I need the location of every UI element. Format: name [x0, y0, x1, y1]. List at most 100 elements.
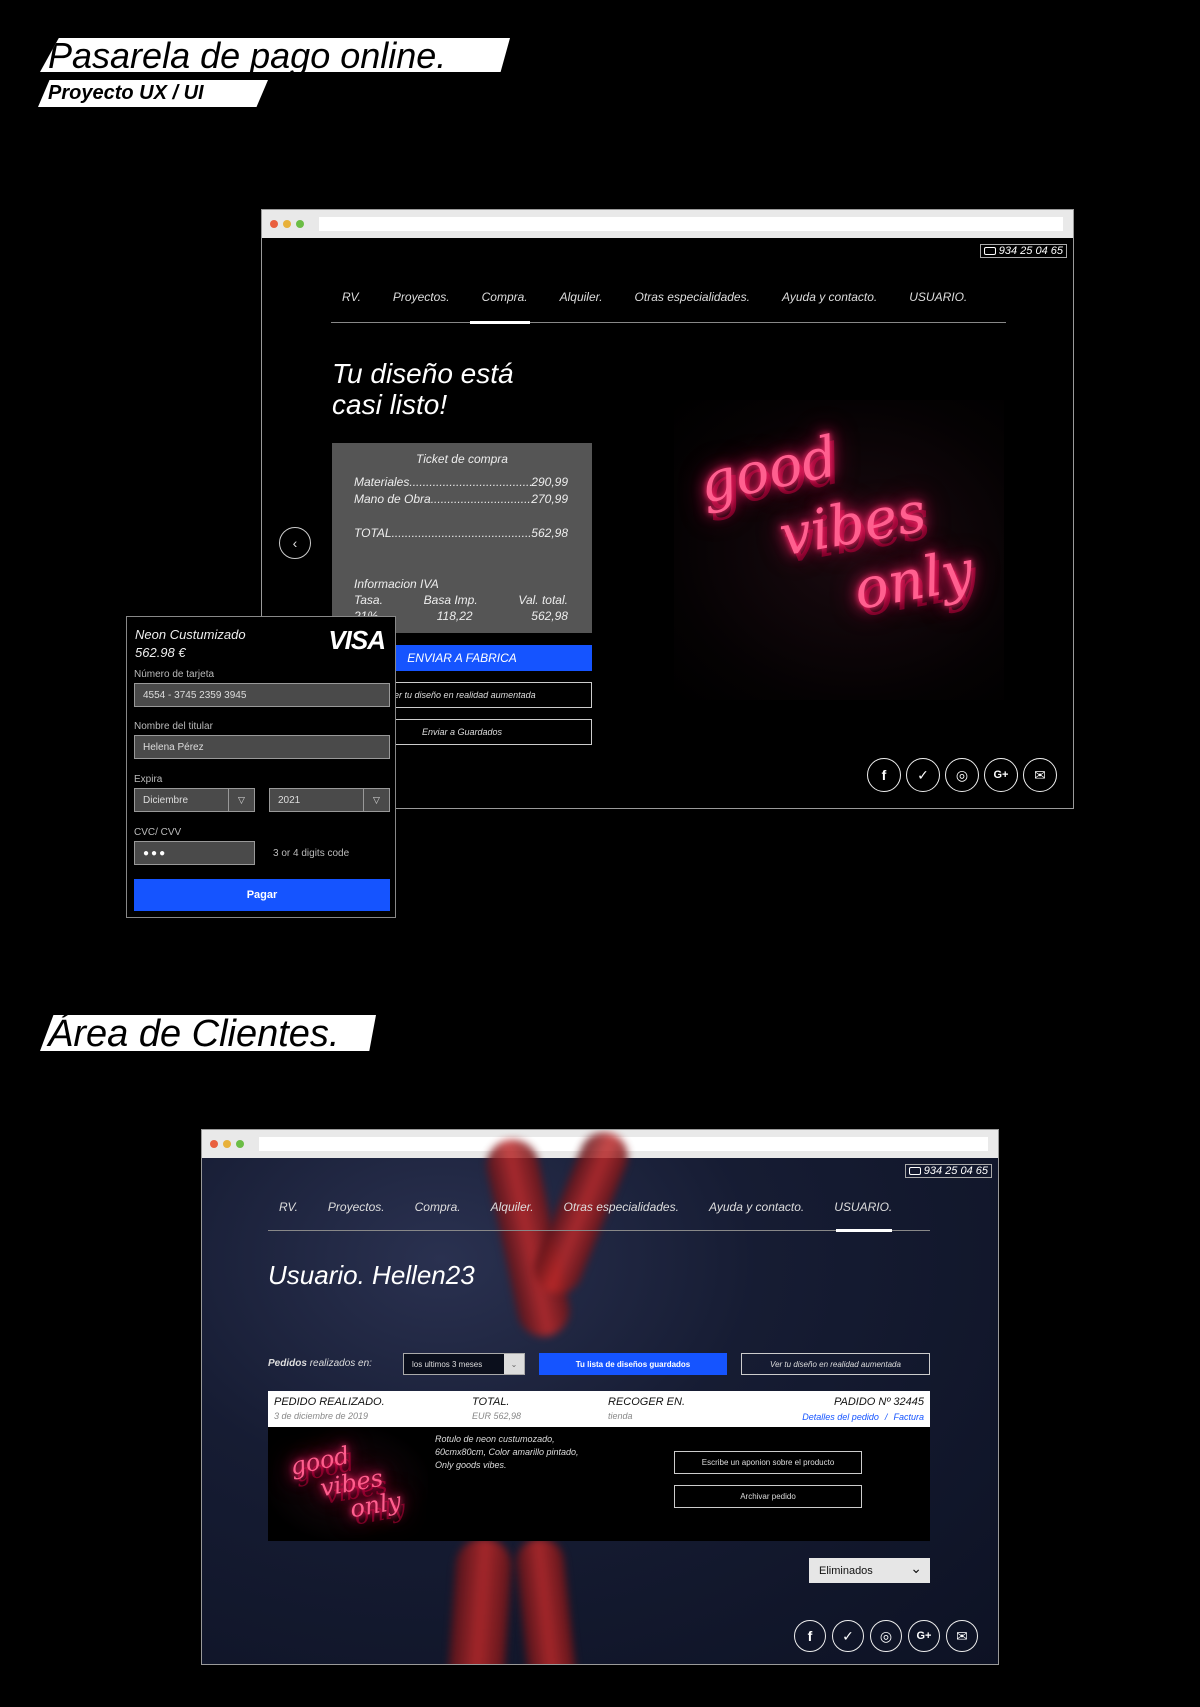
- orders-label-bold: Pedidos: [268, 1358, 307, 1369]
- leader-dots: ........................................…: [430, 492, 532, 506]
- nav-alquiler[interactable]: Alquiler.: [560, 290, 603, 326]
- main-nav: RV. Proyectos. Compra. Alquiler. Otras e…: [342, 290, 967, 326]
- phone-number[interactable]: 934 25 04 65: [979, 244, 1067, 258]
- instagram-icon[interactable]: ◎: [945, 758, 979, 792]
- product-name: Neon Custumizado: [135, 627, 246, 642]
- order-header: PEDIDO REALIZADO. 3 de diciembre de 2019…: [268, 1391, 930, 1427]
- orders-label-rest: realizados en:: [309, 1358, 372, 1369]
- order-number: PADIDO Nº 32445: [833, 1396, 924, 1408]
- order-body: good vibes only Rotulo de neon custumoza…: [268, 1427, 930, 1541]
- phone-number[interactable]: 934 25 04 65: [904, 1164, 992, 1178]
- instagram-icon[interactable]: ◎: [870, 1620, 902, 1652]
- saved-designs-button[interactable]: Tu lista de diseños guardados: [539, 1353, 727, 1375]
- url-bar[interactable]: [319, 217, 1063, 231]
- google-plus-icon[interactable]: G+: [984, 758, 1018, 792]
- twitter-icon[interactable]: ✓: [906, 758, 940, 792]
- iva-headers: Tasa. Basa Imp. Val. total.: [354, 593, 568, 607]
- clients-browser-window: 934 25 04 65 RV. Proyectos. Compra. Alqu…: [201, 1129, 999, 1665]
- purchase-ticket: Ticket de compra Materiales ............…: [332, 443, 592, 633]
- ticket-line-total: TOTAL ..................................…: [354, 526, 568, 540]
- chevron-down-icon: ⌄: [504, 1354, 524, 1374]
- ticket-total-value: 562,98: [531, 526, 568, 540]
- product-price: 562.98 €: [135, 645, 186, 660]
- twitter-icon[interactable]: ✓: [832, 1620, 864, 1652]
- ticket-value: 290,99: [531, 475, 568, 489]
- expiry-year-select[interactable]: 2021 ▽: [269, 788, 390, 812]
- phone-text: 934 25 04 65: [998, 245, 1063, 257]
- mail-icon[interactable]: ✉: [946, 1620, 978, 1652]
- month-value: Diciembre: [143, 794, 189, 806]
- order-details-link[interactable]: Detalles del pedido: [802, 1412, 879, 1422]
- browser-chrome: [262, 210, 1073, 238]
- user-title: Usuario. Hellen23: [268, 1260, 475, 1290]
- pay-button[interactable]: Pagar: [134, 879, 390, 911]
- link-separator: /: [884, 1412, 888, 1422]
- chevron-down-icon: ▽: [228, 789, 254, 811]
- order-description: Rotulo de neon custumozado, 60cmx80cm, C…: [435, 1433, 579, 1472]
- social-links: f ✓ ◎ G+ ✉: [794, 1620, 978, 1652]
- iva-value: 118,22: [436, 609, 473, 623]
- order-total-value: EUR 562,98: [472, 1411, 522, 1421]
- neon-sign-image: good vibes only: [674, 400, 1004, 700]
- minimize-dot-icon[interactable]: [283, 220, 291, 228]
- page-subtitle: Proyecto UX / UI: [38, 80, 268, 107]
- invoice-link[interactable]: Factura: [893, 1412, 924, 1422]
- carousel-prev-button[interactable]: ‹: [279, 527, 311, 559]
- facebook-icon[interactable]: f: [867, 758, 901, 792]
- hero-heading: Tu diseño está casi listo!: [332, 358, 514, 420]
- expiry-month-select[interactable]: Diciembre ▽: [134, 788, 255, 812]
- write-review-button[interactable]: Escribe un aponion sobre el producto: [674, 1451, 862, 1474]
- desc-line: Rotulo de neon custumozado,: [435, 1434, 555, 1444]
- nav-rv[interactable]: RV.: [342, 290, 361, 326]
- nav-active-indicator: [470, 321, 530, 324]
- phone-icon: [983, 247, 996, 255]
- iva-header: Val. total.: [518, 593, 568, 607]
- nav-ayuda[interactable]: Ayuda y contacto.: [782, 290, 877, 326]
- cvc-input[interactable]: ●●●: [134, 841, 255, 865]
- close-dot-icon[interactable]: [210, 1140, 218, 1148]
- desc-line: Only goods vibes.: [435, 1460, 507, 1470]
- close-dot-icon[interactable]: [270, 220, 278, 228]
- period-select[interactable]: los ultimos 3 meses ⌄: [403, 1353, 525, 1375]
- filter-value: Eliminados: [819, 1564, 873, 1577]
- cvc-label: CVC/ CVV: [134, 827, 182, 838]
- order-links: Detalles del pedido / Factura: [802, 1411, 924, 1423]
- ticket-line-mano-obra: Mano de Obra ...........................…: [354, 492, 568, 506]
- ar-view-button[interactable]: Ver tu diseño en realidad aumentada: [741, 1353, 930, 1375]
- order-total-label: TOTAL.: [472, 1396, 510, 1408]
- ticket-line-materiales: Materiales .............................…: [354, 475, 568, 489]
- decorative-red-stroke: [513, 1535, 579, 1664]
- hero-line-2: casi listo!: [332, 389, 448, 420]
- leader-dots: ........................................…: [409, 475, 532, 489]
- ticket-value: 270,99: [531, 492, 568, 506]
- facebook-icon[interactable]: f: [794, 1620, 826, 1652]
- deleted-filter-select[interactable]: Eliminados ⌄: [809, 1558, 930, 1583]
- page-title: Pasarela de pago online.: [40, 38, 510, 72]
- ticket-label: Mano de Obra: [354, 492, 431, 506]
- clients-section-title: Área de Clientes.: [40, 1015, 376, 1051]
- order-placed-label: PEDIDO REALIZADO.: [274, 1396, 385, 1408]
- maximize-dot-icon[interactable]: [296, 220, 304, 228]
- card-number-input[interactable]: 4554 - 3745 2359 3945: [134, 683, 390, 707]
- mail-icon[interactable]: ✉: [1023, 758, 1057, 792]
- nav-proyectos[interactable]: Proyectos.: [393, 290, 450, 326]
- visa-logo: VISA: [328, 625, 386, 655]
- holder-label: Nombre del titular: [134, 721, 213, 732]
- nav-usuario[interactable]: USUARIO.: [909, 290, 967, 326]
- google-plus-icon[interactable]: G+: [908, 1620, 940, 1652]
- iva-header: Tasa.: [354, 593, 383, 607]
- iva-title: Informacion IVA: [354, 577, 439, 591]
- nav-otras[interactable]: Otras especialidades.: [635, 290, 750, 326]
- chevron-down-icon: ▽: [363, 789, 389, 811]
- order-placed-value: 3 de diciembre de 2019: [274, 1411, 369, 1421]
- archive-order-button[interactable]: Archivar pedido: [674, 1485, 862, 1508]
- decorative-red-stroke: [446, 1536, 514, 1664]
- minimize-dot-icon[interactable]: [223, 1140, 231, 1148]
- expiry-label: Expira: [134, 774, 163, 785]
- hero-line-1: Tu diseño está: [332, 358, 514, 389]
- desc-line: 60cmx80cm, Color amarillo pintado,: [435, 1447, 579, 1457]
- ticket-title: Ticket de compra: [416, 452, 508, 466]
- holder-name-input[interactable]: Helena Pérez: [134, 735, 390, 759]
- maximize-dot-icon[interactable]: [236, 1140, 244, 1148]
- chevron-left-icon: ‹: [292, 535, 298, 551]
